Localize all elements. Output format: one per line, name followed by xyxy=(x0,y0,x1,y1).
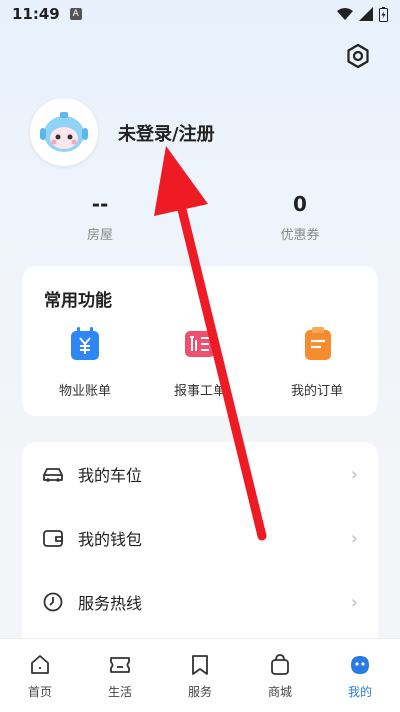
robot-avatar-icon xyxy=(40,112,88,152)
tab-service-label: 服务 xyxy=(187,685,212,699)
menu-item-wallet-label: 我的钱包 xyxy=(78,530,143,549)
bill-icon xyxy=(71,327,99,360)
chevron-right-icon: › xyxy=(350,591,358,613)
my-orders-label: 我的订单 xyxy=(290,384,343,399)
tab-mine[interactable]: 我的 xyxy=(320,639,400,712)
my-orders-button[interactable]: 我的订单 xyxy=(262,326,372,399)
property-bill-label: 物业账单 xyxy=(58,384,111,399)
menu-item-hotline[interactable]: 服务热线 › xyxy=(22,570,378,634)
gear-icon xyxy=(347,43,369,69)
avatar[interactable] xyxy=(30,98,98,166)
report-ticket-button[interactable]: 报事工单 xyxy=(145,326,255,399)
settings-button[interactable] xyxy=(344,42,372,70)
menu-item-parking[interactable]: 我的车位 › xyxy=(22,442,378,506)
wifi-icon xyxy=(337,8,353,20)
status-bar: 11:49 A xyxy=(0,0,400,28)
houses-label: 房屋 xyxy=(86,228,113,243)
tab-home[interactable]: 首页 xyxy=(0,639,80,712)
menu-item-hotline-label: 服务热线 xyxy=(78,594,143,613)
tool-icon xyxy=(185,331,215,357)
notification-badge: A xyxy=(69,8,82,20)
common-functions-card: 常用功能 物业账单 报事工单 我的订单 xyxy=(22,266,378,416)
clock-icon xyxy=(43,592,63,612)
tab-life-label: 生活 xyxy=(107,685,132,699)
signal-icon xyxy=(359,7,373,21)
login-register-link[interactable]: 未登录/注册 xyxy=(118,120,215,146)
common-functions-title: 常用功能 xyxy=(44,291,112,311)
bottom-tab-bar: 首页 生活 服务 商城 我的 xyxy=(0,638,400,712)
tab-mine-label: 我的 xyxy=(347,685,372,699)
houses-count: -- xyxy=(91,192,109,216)
chevron-right-icon: › xyxy=(350,527,358,549)
status-time: 11:49 xyxy=(12,5,60,23)
menu-list-card: 我的车位 › 我的钱包 › 服务热线 › xyxy=(22,442,378,652)
tab-mall[interactable]: 商城 xyxy=(240,639,320,712)
tab-home-label: 首页 xyxy=(27,685,52,699)
battery-icon xyxy=(379,6,388,22)
wallet-icon xyxy=(43,530,63,547)
coupons-count: 0 xyxy=(293,192,307,216)
order-icon xyxy=(305,327,331,360)
ticket-icon xyxy=(110,657,130,673)
home-icon xyxy=(31,655,49,674)
property-bill-button[interactable]: 物业账单 xyxy=(30,326,140,399)
menu-item-wallet[interactable]: 我的钱包 › xyxy=(22,506,378,570)
tab-life[interactable]: 生活 xyxy=(80,639,160,712)
menu-item-parking-label: 我的车位 xyxy=(78,466,143,485)
chevron-right-icon: › xyxy=(350,463,358,485)
profile-icon xyxy=(351,656,369,674)
coupons-stat[interactable]: 0 优惠券 xyxy=(240,192,360,243)
bookmark-icon xyxy=(192,655,208,675)
coupons-label: 优惠券 xyxy=(280,228,320,243)
bag-icon xyxy=(271,654,289,675)
tab-service[interactable]: 服务 xyxy=(160,639,240,712)
tab-mall-label: 商城 xyxy=(267,685,292,699)
car-icon xyxy=(43,468,63,482)
houses-stat[interactable]: -- 房屋 xyxy=(40,192,160,243)
report-ticket-label: 报事工单 xyxy=(173,384,226,399)
